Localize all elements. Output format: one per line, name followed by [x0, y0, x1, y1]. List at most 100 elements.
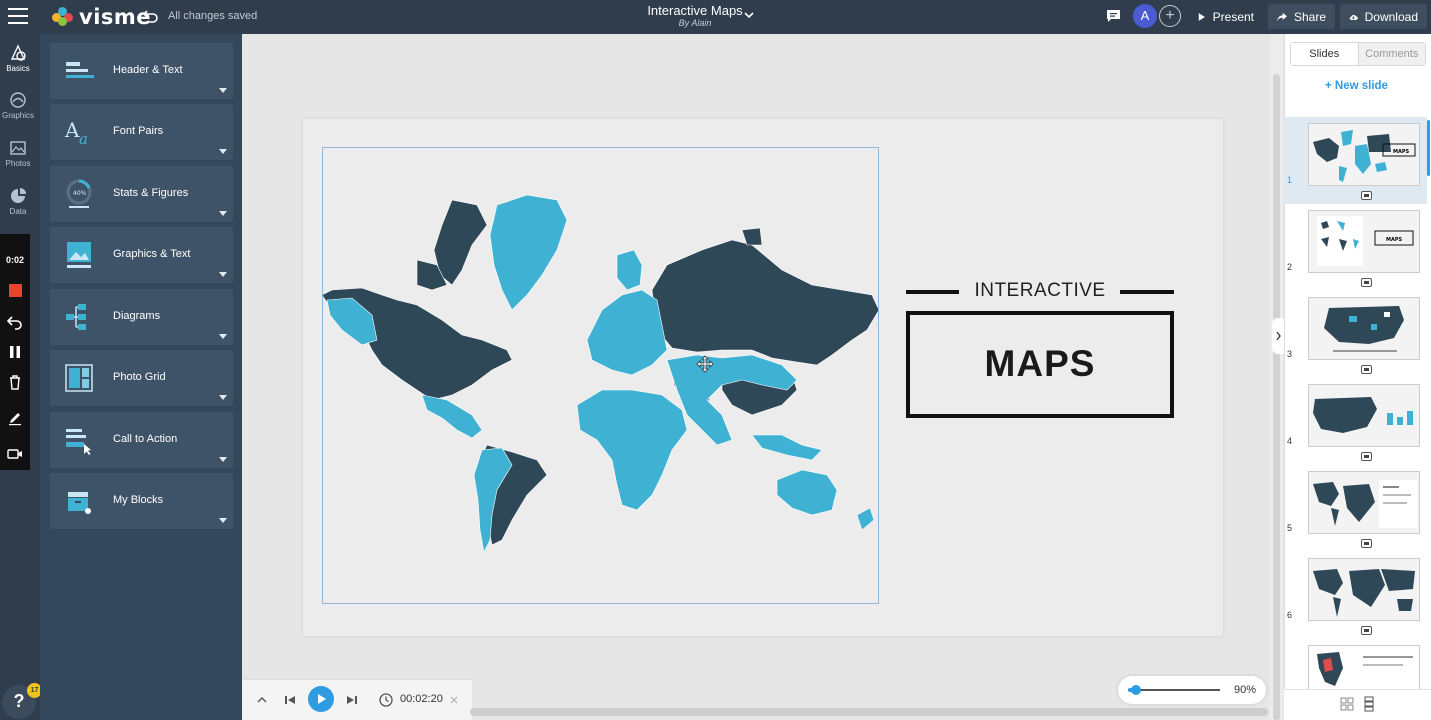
scrollbar-thumb[interactable]: [1273, 74, 1280, 720]
block-graphics-text[interactable]: Graphics & Text: [50, 227, 233, 283]
collapse-panel-tab[interactable]: [1272, 318, 1284, 354]
grid-view-icon[interactable]: [1340, 697, 1354, 711]
transition-icon[interactable]: [1361, 626, 1372, 635]
block-label: Header & Text: [113, 64, 183, 76]
transition-icon[interactable]: [1361, 191, 1372, 200]
svg-text:MAPS: MAPS: [1393, 149, 1410, 155]
zoom-control: 90%: [1118, 676, 1266, 704]
undo-icon[interactable]: [143, 8, 159, 24]
slide-heading-big[interactable]: MAPS: [906, 343, 1174, 385]
slide-preview[interactable]: [1308, 471, 1420, 534]
block-my-blocks[interactable]: My Blocks: [50, 473, 233, 529]
document-title[interactable]: Interactive Maps: [640, 3, 750, 18]
my-blocks-icon: [68, 492, 91, 514]
undo-record-icon[interactable]: [7, 314, 23, 330]
block-font-pairs[interactable]: Aa Font Pairs: [50, 104, 233, 160]
zoom-slider-handle[interactable]: [1130, 685, 1141, 695]
map-selection-frame: [322, 147, 879, 604]
canvas-horizontal-scrollbar[interactable]: [470, 708, 1268, 716]
stop-record-icon[interactable]: [9, 284, 22, 297]
block-call-to-action[interactable]: Call to Action: [50, 412, 233, 468]
caret-down-icon[interactable]: [219, 88, 227, 93]
block-photo-grid[interactable]: Photo Grid: [50, 350, 233, 406]
caret-down-icon[interactable]: [219, 149, 227, 154]
slide-heading-small[interactable]: INTERACTIVE: [964, 280, 1116, 302]
slide-thumbnail-3[interactable]: 3: [1284, 291, 1427, 378]
block-label: Photo Grid: [113, 371, 166, 383]
comment-icon[interactable]: [1106, 9, 1121, 23]
caret-down-icon[interactable]: [219, 518, 227, 523]
slide-preview[interactable]: MAPS: [1308, 210, 1420, 273]
slide-preview[interactable]: [1308, 558, 1420, 621]
download-button[interactable]: Download: [1340, 4, 1427, 29]
rail-item-photos[interactable]: Photos: [0, 139, 36, 168]
caret-down-icon[interactable]: [219, 211, 227, 216]
rail-item-graphics[interactable]: Graphics: [0, 91, 36, 120]
svg-text:A: A: [64, 118, 80, 142]
present-button[interactable]: Present: [1189, 4, 1263, 29]
slide-thumbnail-6[interactable]: 6: [1284, 552, 1427, 639]
transition-icon[interactable]: [1361, 539, 1372, 548]
rail-item-data[interactable]: Data: [0, 187, 36, 216]
slide-thumbnail-1[interactable]: MAPS 1: [1284, 117, 1427, 204]
slide-thumbnail-7[interactable]: [1284, 639, 1427, 689]
panel-scrollbar-thumb[interactable]: [1427, 120, 1430, 176]
zoom-track[interactable]: [1128, 689, 1220, 691]
play-icon: [1198, 12, 1205, 21]
panel-tabs: Slides Comments: [1290, 42, 1426, 66]
save-status: All changes saved: [168, 10, 258, 22]
menu-icon[interactable]: [8, 8, 28, 24]
block-label: Font Pairs: [113, 125, 164, 137]
caret-down-icon[interactable]: [219, 457, 227, 462]
slide-preview[interactable]: [1308, 297, 1420, 360]
chevron-up-icon[interactable]: [254, 692, 270, 708]
block-library-panel: Header & Text Aa Font Pairs 40% Stats & …: [40, 34, 242, 720]
avatar[interactable]: A: [1133, 4, 1157, 28]
pen-icon[interactable]: [7, 410, 23, 426]
slide-preview[interactable]: MAPS: [1308, 123, 1420, 186]
share-button[interactable]: Share: [1268, 4, 1335, 29]
block-label: Diagrams: [113, 310, 161, 322]
pause-icon[interactable]: [7, 344, 23, 360]
new-slide-button[interactable]: + New slide: [1325, 80, 1388, 92]
close-icon[interactable]: [446, 692, 462, 708]
skip-back-icon[interactable]: [282, 692, 298, 708]
slide-preview[interactable]: [1308, 384, 1420, 447]
visme-logo[interactable]: visme: [52, 5, 151, 29]
rail-item-basics[interactable]: Basics: [0, 44, 36, 73]
rail-item-label: Basics: [6, 64, 30, 73]
play-button[interactable]: [308, 686, 334, 712]
slide-preview[interactable]: [1308, 645, 1420, 689]
block-header-text[interactable]: Header & Text: [50, 43, 233, 99]
block-stats-figures[interactable]: 40% Stats & Figures: [50, 166, 233, 222]
trash-icon[interactable]: [7, 374, 23, 390]
playback-time: 00:02:20: [400, 693, 443, 705]
present-button-label: Present: [1212, 9, 1254, 24]
skip-forward-icon[interactable]: [344, 692, 360, 708]
chevron-down-icon[interactable]: [744, 10, 754, 20]
add-collaborator-icon[interactable]: +: [1159, 5, 1181, 27]
canvas-vertical-scrollbar[interactable]: [1270, 34, 1283, 720]
camera-icon[interactable]: [7, 446, 23, 462]
tab-slides[interactable]: Slides: [1291, 43, 1359, 65]
tab-comments[interactable]: Comments: [1358, 43, 1425, 65]
caret-down-icon[interactable]: [219, 334, 227, 339]
caret-down-icon[interactable]: [219, 272, 227, 277]
slide-number: 3: [1287, 349, 1293, 359]
slide-number: 4: [1287, 436, 1293, 446]
block-label: Graphics & Text: [113, 248, 191, 260]
block-diagrams[interactable]: Diagrams: [50, 289, 233, 345]
slide-thumbnail-2[interactable]: MAPS 2: [1284, 204, 1427, 291]
transition-icon[interactable]: [1361, 278, 1372, 287]
caret-down-icon[interactable]: [219, 395, 227, 400]
transition-icon[interactable]: [1361, 365, 1372, 374]
transition-icon[interactable]: [1361, 452, 1372, 461]
slide-thumbnail-4[interactable]: 4: [1284, 378, 1427, 465]
slide-number: 5: [1287, 523, 1293, 533]
graphics-text-icon: [67, 242, 91, 268]
panel-footer: [1284, 689, 1431, 720]
play-icon: [318, 694, 326, 704]
rail-item-label: Graphics: [1, 111, 34, 120]
list-view-icon[interactable]: [1362, 696, 1376, 712]
slide-thumbnail-5[interactable]: 5: [1284, 465, 1427, 552]
